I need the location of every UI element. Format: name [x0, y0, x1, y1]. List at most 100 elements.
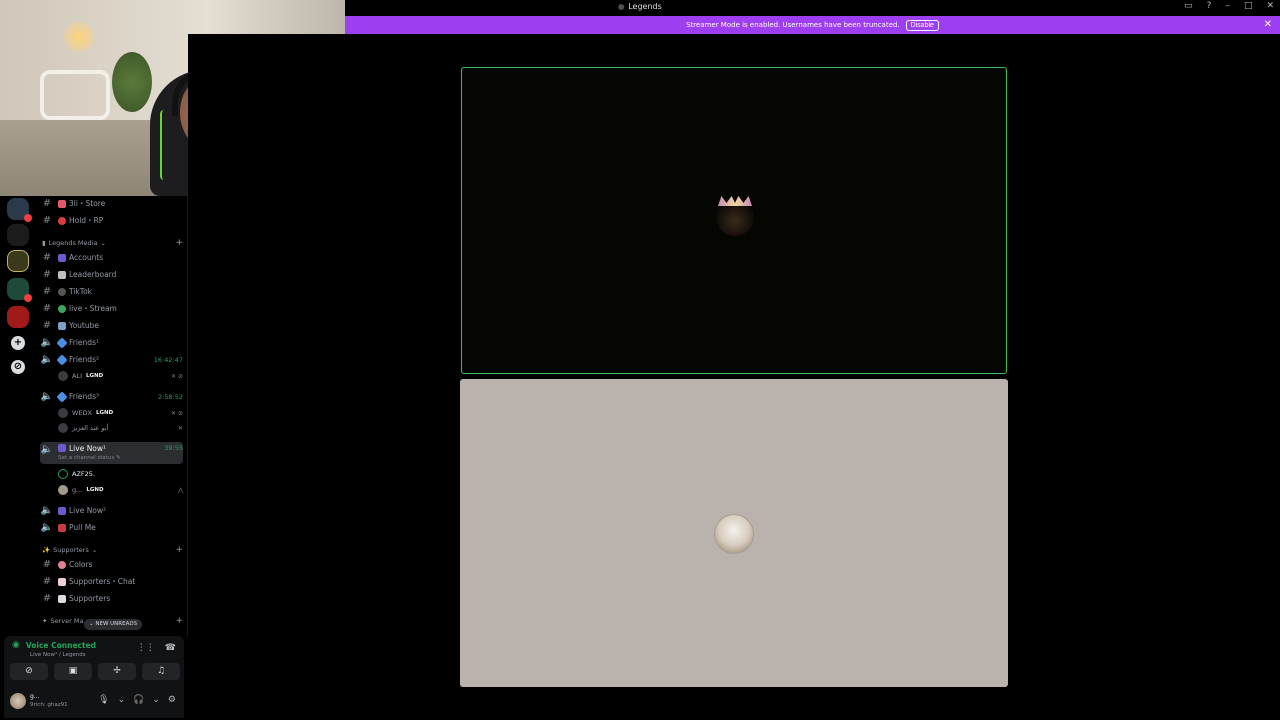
user-tag: LGND: [86, 487, 104, 493]
voice-status-label: Voice Connected: [25, 640, 97, 650]
add-channel-icon[interactable]: +: [175, 238, 183, 248]
voice-channel-friends3[interactable]: 🔈 Friends³ 2:58:52: [40, 389, 183, 404]
voice-user[interactable]: ALI LGND ✕ ⊘: [58, 369, 183, 383]
mention-badge: [24, 294, 32, 302]
channel-label: Live Now²: [69, 506, 107, 515]
voice-user[interactable]: g... LGND ⋀: [58, 483, 183, 497]
maximize-icon[interactable]: □: [1244, 1, 1253, 11]
channel-live-stream[interactable]: # live・Stream: [40, 301, 183, 316]
new-unreads-pill[interactable]: ⌄ NEW UNREADS: [84, 619, 143, 630]
chevron-down-icon: ⌄: [91, 546, 98, 554]
channel-colors[interactable]: # Colors: [40, 557, 183, 572]
channel-emoji-icon: [58, 506, 66, 515]
user-tag: LGND: [86, 373, 104, 379]
voice-user-name: أبو عبد العزيز: [72, 424, 109, 432]
category-label: Supporters: [53, 546, 89, 554]
voice-user[interactable]: WEDX LGND ✕ ⊘: [58, 406, 183, 420]
help-icon[interactable]: ?: [1207, 1, 1212, 11]
gear-icon[interactable]: ⚙: [168, 695, 176, 705]
speaker-icon: 🔈: [40, 354, 54, 365]
diamond-icon: [56, 390, 68, 403]
channel-supporters[interactable]: # Supporters: [40, 591, 183, 606]
screen-share-button[interactable]: ▣: [54, 663, 92, 680]
channel-emoji-icon: [58, 253, 66, 262]
voice-status[interactable]: ◉ Voice Connected: [12, 640, 96, 650]
server-icon[interactable]: [7, 224, 29, 246]
text-channel-icon: #: [42, 320, 52, 331]
channel-leaderboard[interactable]: # Leaderboard: [40, 267, 183, 282]
disable-streamer-mode-button[interactable]: Disable: [905, 19, 939, 31]
channel-status-text: Set a channel status: [58, 455, 115, 461]
new-unreads-label: NEW UNREADS: [95, 621, 138, 627]
add-channel-icon[interactable]: +: [175, 545, 183, 555]
channel-label: Hold・RP: [69, 216, 104, 225]
webcam-lamp: [64, 22, 94, 52]
channel-label: Live Now¹: [69, 444, 107, 453]
avatar: [714, 514, 754, 554]
channel-hold-rp[interactable]: # Hold・RP: [40, 213, 183, 228]
avatar: [58, 423, 68, 433]
voice-channel-name[interactable]: Live Now¹ / Legends: [30, 652, 86, 658]
channel-tiktok[interactable]: # TikTok: [40, 284, 183, 299]
text-channel-icon: #: [42, 252, 52, 263]
channel-label: TikTok: [69, 287, 93, 296]
text-channel-icon: #: [42, 215, 52, 226]
server-icon[interactable]: [7, 306, 29, 328]
channel-status[interactable]: Set a channel status ✎: [58, 455, 121, 461]
category-legends-media[interactable]: ▮ Legends Media ⌄ +: [42, 237, 183, 249]
chevron-down-icon[interactable]: ⌄: [118, 695, 126, 705]
server-icon[interactable]: [7, 198, 32, 222]
text-channel-icon: #: [42, 303, 52, 314]
participant-tile[interactable]: [460, 379, 1008, 687]
activities-button[interactable]: ✢: [98, 663, 136, 680]
avatar[interactable]: [10, 693, 26, 709]
channel-accounts[interactable]: # Accounts: [40, 250, 183, 265]
category-emoji-icon: ✦: [42, 617, 48, 625]
disconnect-icon[interactable]: ☎: [165, 643, 176, 653]
channel-emoji-icon: [58, 304, 66, 313]
add-server-icon[interactable]: +: [11, 336, 25, 350]
avatar: [58, 485, 68, 495]
diamond-icon: [56, 336, 68, 349]
close-window-icon[interactable]: ✕: [1266, 1, 1274, 11]
channel-label: Friends²: [69, 355, 99, 364]
voice-channel-friends2[interactable]: 🔈 Friends² 16:42:47: [40, 352, 183, 367]
discover-icon[interactable]: ⊘: [11, 360, 25, 374]
soundboard-button[interactable]: ♫: [142, 663, 180, 680]
voice-channel-friends1[interactable]: 🔈 Friends¹: [40, 335, 183, 350]
participant-tile-speaking[interactable]: [461, 67, 1007, 374]
text-channel-icon: #: [42, 269, 52, 280]
voice-channel-live-now2[interactable]: 🔈 Live Now²: [40, 503, 183, 518]
voice-user[interactable]: أبو عبد العزيز ✕: [58, 421, 183, 435]
channel-supporters-chat[interactable]: # Supporters・Chat: [40, 574, 183, 589]
chevron-down-icon[interactable]: ⌄: [152, 695, 160, 705]
microphone-icon[interactable]: 🎙: [98, 695, 109, 705]
user-name: g...: [30, 693, 40, 700]
server-icon[interactable]: [7, 250, 29, 272]
headphones-icon[interactable]: 🎧: [133, 695, 144, 705]
webcam-shelf: [40, 70, 110, 120]
channel-label: live・Stream: [69, 304, 117, 313]
speaker-icon: 🔈: [40, 337, 54, 348]
user-status: 9rich: ghaz91: [30, 702, 68, 708]
channel-3li-store[interactable]: # 3li・Store: [40, 196, 183, 211]
pencil-icon: ✎: [116, 455, 121, 461]
channel-youtube[interactable]: # Youtube: [40, 318, 183, 333]
voice-user-name: AZF25.: [72, 470, 95, 478]
camera-off-button[interactable]: ⊘: [10, 663, 48, 680]
diamond-icon: [56, 353, 68, 366]
server-icon[interactable]: [7, 278, 32, 302]
minimize-icon[interactable]: –: [1225, 1, 1230, 11]
category-supporters[interactable]: ✨ Supporters ⌄ +: [42, 544, 183, 556]
speaker-icon: 🔈: [40, 444, 54, 455]
add-channel-icon[interactable]: +: [175, 616, 183, 626]
channel-emoji-icon: [58, 444, 66, 452]
noise-suppression-icon[interactable]: ⋮⋮: [137, 643, 155, 653]
voice-channel-pull-me[interactable]: 🔈 Pull Me: [40, 520, 183, 535]
inbox-icon[interactable]: ▭: [1184, 1, 1193, 11]
close-banner-icon[interactable]: ✕: [1264, 19, 1272, 30]
channel-emoji-icon: [58, 321, 66, 330]
voice-user[interactable]: AZF25.: [58, 467, 183, 481]
avatar: [58, 469, 68, 479]
channel-sidebar: # 3li・Store # Hold・RP ▮ Legends Media ⌄ …: [36, 196, 188, 636]
